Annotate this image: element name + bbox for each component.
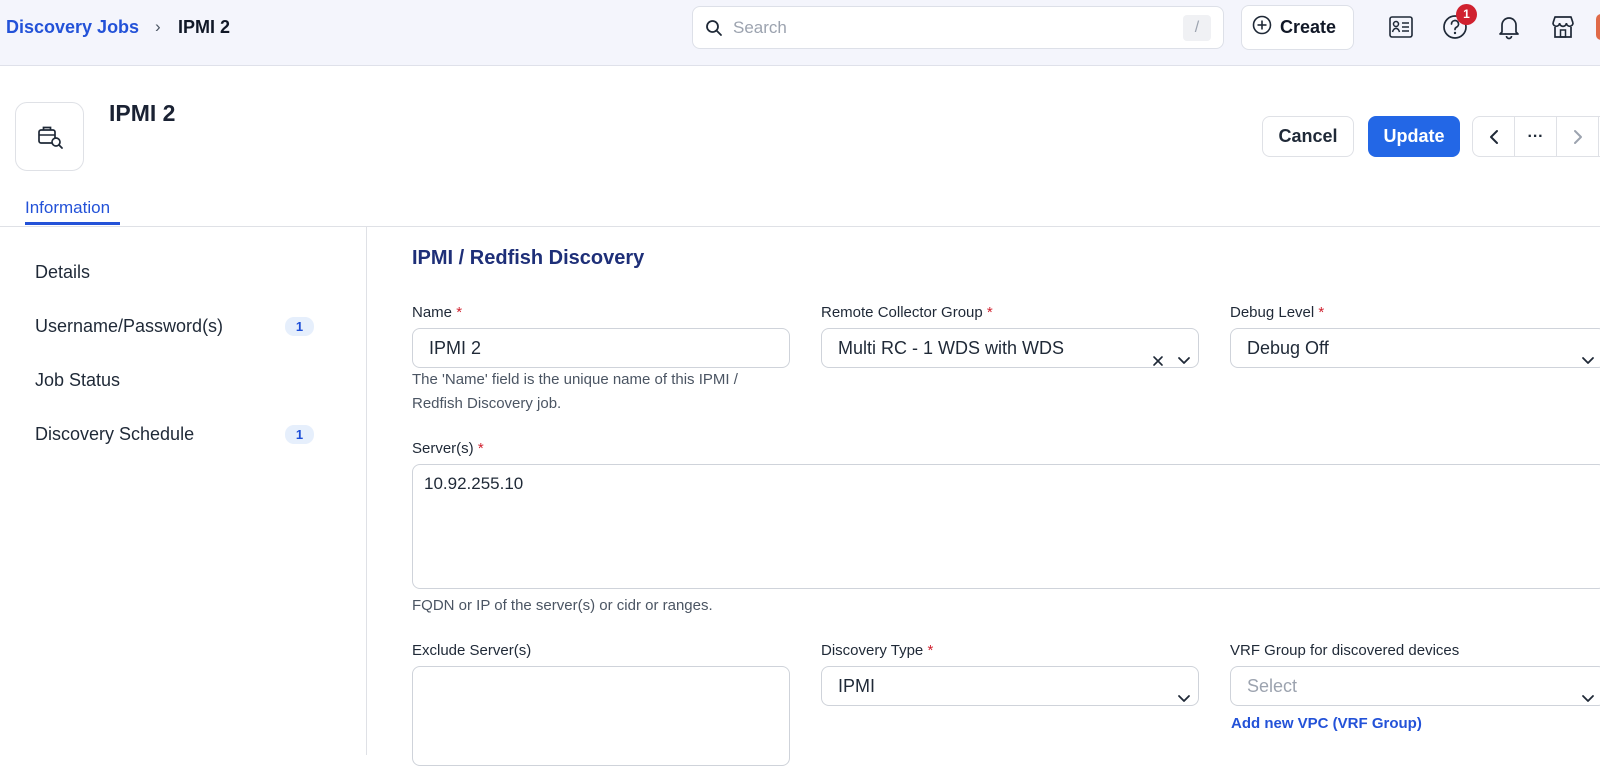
ellipsis-icon: ··· (1527, 127, 1544, 145)
cancel-button[interactable]: Cancel (1262, 116, 1354, 157)
tab-divider (0, 226, 1600, 227)
required-marker: * (1318, 304, 1325, 321)
exclude-servers-label: Exclude Server(s) (412, 642, 532, 659)
sidebar-item-discovery-schedule[interactable]: Discovery Schedule (35, 424, 194, 445)
required-marker: * (456, 304, 463, 321)
tab-information[interactable]: Information (25, 198, 110, 218)
record-navigation: ··· (1472, 116, 1600, 157)
sidebar-item-details[interactable]: Details (35, 262, 90, 283)
discovery-job-icon (15, 102, 84, 171)
name-label-text: Name (412, 304, 453, 321)
update-button[interactable]: Update (1368, 116, 1460, 157)
name-help-line-1: The 'Name' field is the unique name of t… (412, 371, 738, 388)
page-title: IPMI 2 (109, 100, 176, 126)
chevron-down-icon (1177, 342, 1191, 380)
vrf-group-select[interactable]: Select (1230, 666, 1600, 706)
add-vrf-group-link[interactable]: Add new VPC (VRF Group) (1231, 715, 1422, 732)
servers-label-text: Server(s) (412, 440, 474, 457)
discovery-type-label-text: Discovery Type (821, 642, 924, 659)
servers-label: Server(s) * (412, 440, 484, 457)
required-marker: * (477, 440, 484, 457)
breadcrumb-separator: › (155, 17, 161, 36)
remote-collector-group-value: Multi RC - 1 WDS with WDS (838, 338, 1065, 358)
top-bar: Discovery Jobs › IPMI 2 / Create 1 (0, 0, 1600, 66)
search-shortcut-key: / (1183, 15, 1211, 41)
sidebar-item-job-status[interactable]: Job Status (35, 370, 120, 391)
discovery-type-value: IPMI (838, 676, 876, 696)
chevron-left-icon (1489, 129, 1498, 144)
remote-collector-group-select[interactable]: Multi RC - 1 WDS with WDS (821, 328, 1199, 368)
breadcrumb-discovery-jobs[interactable]: Discovery Jobs (6, 17, 139, 38)
search-box[interactable]: / (692, 6, 1224, 49)
vrf-group-placeholder: Select (1247, 676, 1298, 696)
servers-textarea[interactable]: 10.92.255.10 (412, 464, 1600, 589)
discovery-type-select[interactable]: IPMI (821, 666, 1199, 706)
next-record-button[interactable] (1557, 117, 1599, 156)
debug-level-value: Debug Off (1247, 338, 1329, 358)
sidebar-divider (366, 227, 367, 755)
store-icon[interactable] (1549, 13, 1577, 41)
exclude-servers-textarea[interactable] (412, 666, 790, 766)
vrf-group-label: VRF Group for discovered devices (1230, 642, 1460, 659)
help-notification-badge: 1 (1456, 4, 1477, 25)
debug-level-select[interactable]: Debug Off (1230, 328, 1600, 368)
name-input[interactable] (429, 330, 789, 367)
create-button[interactable]: Create (1241, 5, 1354, 50)
name-help-line-2: Redfish Discovery job. (412, 395, 562, 412)
chevron-down-icon (1581, 342, 1595, 380)
remote-collector-group-label-text: Remote Collector Group (821, 304, 983, 321)
debug-level-label-text: Debug Level (1230, 304, 1315, 321)
name-field[interactable] (412, 328, 790, 368)
bell-icon[interactable] (1495, 13, 1523, 41)
chevron-down-icon (1177, 680, 1191, 718)
search-input[interactable] (733, 7, 1163, 48)
report-icon[interactable] (1387, 13, 1415, 41)
previous-record-button[interactable] (1473, 117, 1515, 156)
sidebar-count-badge: 1 (285, 425, 314, 444)
search-icon (705, 19, 723, 42)
required-marker: * (927, 642, 934, 659)
name-label: Name * (412, 304, 462, 321)
name-help-text: The 'Name' field is the unique name of t… (412, 368, 738, 416)
remote-collector-group-label: Remote Collector Group * (821, 304, 993, 321)
tab-active-indicator (25, 222, 120, 225)
create-label: Create (1280, 17, 1337, 37)
chevron-down-icon (1581, 680, 1595, 718)
avatar[interactable] (1596, 14, 1600, 40)
discovery-type-label: Discovery Type * (821, 642, 933, 659)
clear-icon[interactable] (1152, 342, 1164, 380)
debug-level-label: Debug Level * (1230, 304, 1324, 321)
servers-help-text: FQDN or IP of the server(s) or cidr or r… (412, 597, 713, 614)
required-marker: * (986, 304, 993, 321)
sidebar-count-badge: 1 (285, 317, 314, 336)
plus-circle-icon (1252, 15, 1272, 40)
more-options-button[interactable]: ··· (1515, 117, 1557, 156)
breadcrumb-current: IPMI 2 (178, 17, 231, 37)
sidebar-item-username-passwords[interactable]: Username/Password(s) (35, 316, 223, 337)
section-title: IPMI / Redfish Discovery (412, 247, 645, 269)
chevron-right-icon (1573, 129, 1582, 144)
